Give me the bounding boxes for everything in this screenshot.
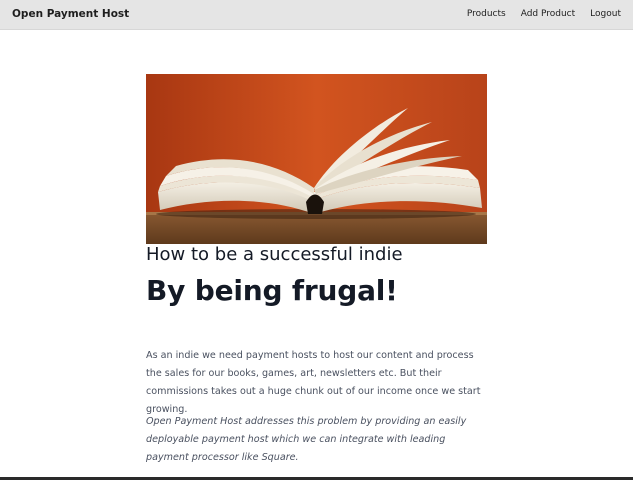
nav-link-logout[interactable]: Logout <box>590 9 621 19</box>
hero-image <box>146 74 487 244</box>
page: Open Payment Host Products Add Product L… <box>0 0 633 480</box>
nav-link-add-product[interactable]: Add Product <box>521 9 575 19</box>
solution-paragraph: Open Payment Host addresses this problem… <box>146 416 467 463</box>
nav-link-products[interactable]: Products <box>467 9 506 19</box>
article-subtitle: How to be a successful indie <box>146 244 403 265</box>
article-headline: By being frugal! <box>146 274 398 307</box>
top-navbar: Open Payment Host Products Add Product L… <box>0 0 633 30</box>
brand-link[interactable]: Open Payment Host <box>12 8 129 20</box>
open-book-photo <box>146 74 487 244</box>
intro-paragraph: As an indie we need payment hosts to hos… <box>146 350 481 415</box>
nav-links: Products Add Product Logout <box>452 9 621 19</box>
